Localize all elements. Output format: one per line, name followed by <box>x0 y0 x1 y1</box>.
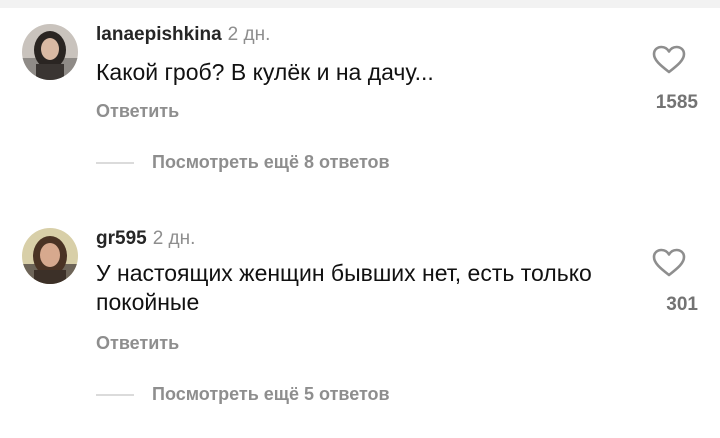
timestamp: 2 дн. <box>152 228 196 249</box>
avatar[interactable] <box>22 24 78 80</box>
reply-button[interactable]: Ответить <box>96 332 179 354</box>
username[interactable]: gr595 <box>96 228 147 249</box>
comment-meta: lanaepishkina 2 дн. <box>96 24 270 46</box>
like-count: 301 <box>666 294 698 315</box>
avatar[interactable] <box>22 228 78 284</box>
timestamp: 2 дн. <box>227 24 271 45</box>
comment-text: Какой гроб? В кулёк и на дачу... <box>96 59 434 85</box>
username[interactable]: lanaepishkina <box>96 24 222 45</box>
view-replies-button[interactable]: Посмотреть ещё 5 ответов <box>96 384 390 408</box>
reply-button[interactable]: Ответить <box>96 100 179 122</box>
divider <box>96 161 134 164</box>
heart-outline-icon[interactable] <box>652 248 686 278</box>
view-replies-label: Посмотреть ещё 8 ответов <box>152 152 390 172</box>
view-replies-label: Посмотреть ещё 5 ответов <box>152 384 390 404</box>
top-separator <box>0 0 720 8</box>
comment-meta: gr595 2 дн. <box>96 228 195 250</box>
comment-text: У настоящих женщин бывших нет, есть толь… <box>96 260 592 315</box>
view-replies-button[interactable]: Посмотреть ещё 8 ответов <box>96 152 390 176</box>
like-count: 1585 <box>655 92 698 113</box>
divider <box>96 393 134 396</box>
heart-outline-icon[interactable] <box>652 45 686 75</box>
